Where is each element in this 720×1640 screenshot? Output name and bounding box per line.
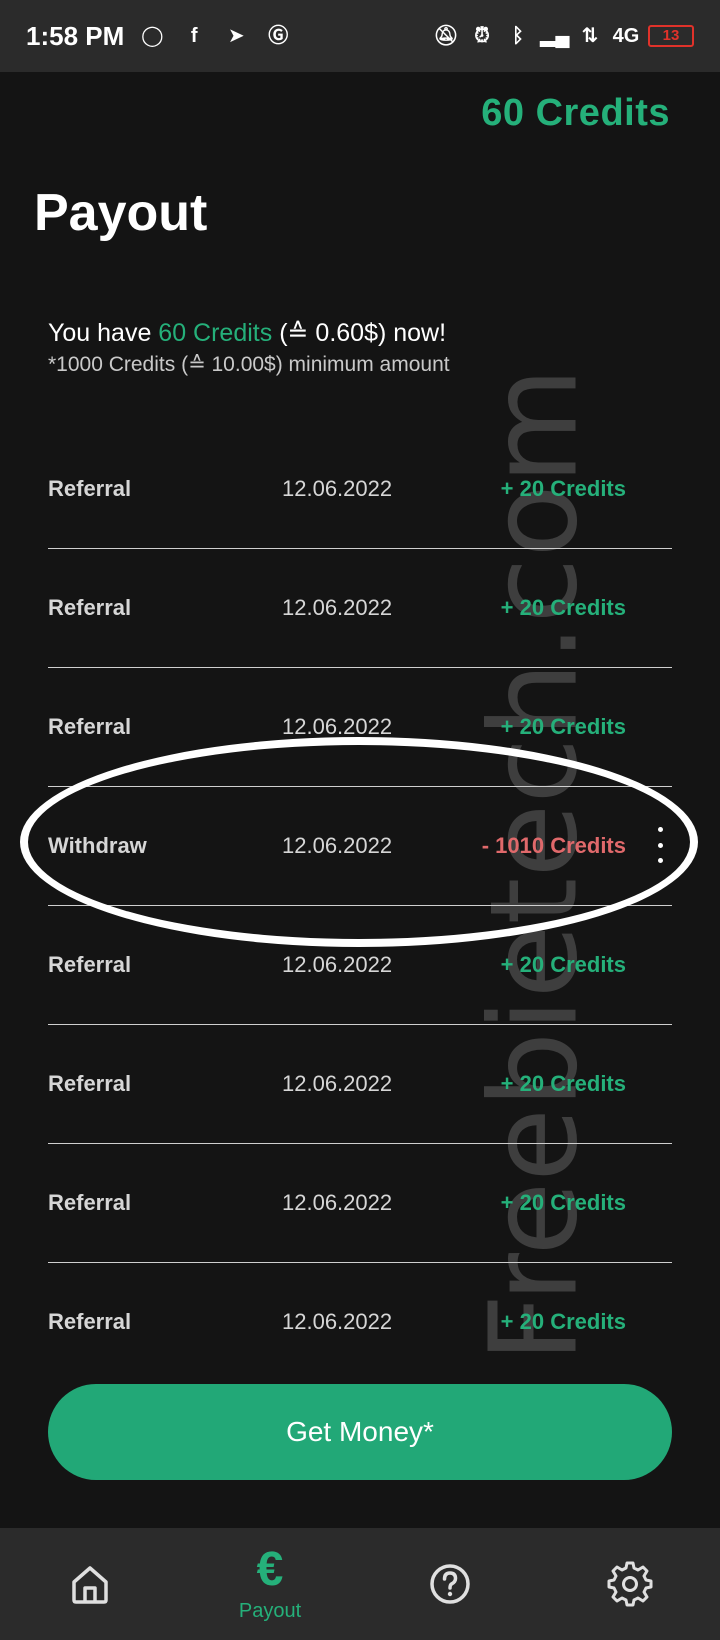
transaction-amount: + 20 Credits: [500, 714, 626, 739]
transaction-row: Referral 12.06.2022 + 20 Credits: [48, 430, 672, 549]
transaction-list: Referral 12.06.2022 + 20 Credits Referra…: [48, 430, 672, 1382]
nav-payout-label: Payout: [238, 1599, 302, 1622]
transaction-row: Referral 12.06.2022 + 20 Credits: [48, 1144, 672, 1263]
nav-home[interactable]: [30, 1560, 150, 1608]
transaction-row-withdraw: Withdraw 12.06.2022 - 1010 Credits: [48, 787, 672, 906]
transaction-type: Referral: [48, 595, 132, 620]
transaction-date: 12.06.2022: [282, 595, 393, 620]
transaction-row: Referral 12.06.2022 + 20 Credits: [48, 906, 672, 1025]
signal-icon: ▂▄: [540, 25, 570, 47]
transaction-date: 12.06.2022: [282, 952, 393, 977]
transaction-type: Referral: [48, 476, 132, 501]
transaction-date: 12.06.2022: [282, 476, 393, 501]
page-title: Payout: [34, 184, 208, 242]
transaction-type: Referral: [48, 714, 132, 739]
euro-icon: €: [256, 1542, 284, 1596]
bottom-nav: € Payout: [0, 1528, 720, 1640]
transaction-row: Referral 12.06.2022 + 20 Credits: [48, 549, 672, 668]
transaction-date: 12.06.2022: [282, 714, 393, 739]
status-system-icons: 🔕︎ ⏰︎ ᛒ ▂▄ ⇅ 4G 13: [432, 22, 694, 50]
status-bar: 1:58 PM ◯ f ➤ Ⓖ 🔕︎ ⏰︎ ᛒ ▂▄ ⇅ 4G 13: [0, 0, 720, 72]
help-icon: [430, 1564, 470, 1604]
transaction-amount: + 20 Credits: [500, 595, 626, 620]
transaction-amount: + 20 Credits: [500, 952, 626, 977]
balance-summary: You have 60 Credits (≙ 0.60$) now! *1000…: [48, 318, 450, 377]
gear-icon: [607, 1561, 653, 1607]
transaction-date: 12.06.2022: [282, 1190, 393, 1215]
balance-line: You have 60 Credits (≙ 0.60$) now!: [48, 318, 450, 348]
bell-off-icon: 🔕︎: [433, 25, 459, 47]
telegram-icon: ➤: [227, 25, 245, 47]
transaction-type: Referral: [48, 1190, 132, 1215]
transaction-date: 12.06.2022: [282, 1071, 393, 1096]
signal-4g-icon: 4G: [612, 25, 640, 47]
transaction-amount: + 20 Credits: [500, 1071, 626, 1096]
nav-help[interactable]: [390, 1560, 510, 1608]
battery-icon: 13: [648, 25, 694, 47]
nav-payout[interactable]: € Payout: [210, 1542, 330, 1623]
transaction-type: Referral: [48, 1071, 132, 1096]
minimum-amount-note: *1000 Credits (≙ 10.00$) minimum amount: [48, 353, 450, 376]
more-options-icon[interactable]: [652, 827, 668, 863]
get-money-button[interactable]: Get Money*: [48, 1384, 672, 1480]
transaction-row: Referral 12.06.2022 + 20 Credits: [48, 668, 672, 787]
home-icon: [72, 1566, 108, 1604]
transaction-type: Referral: [48, 952, 132, 977]
transaction-row: Referral 12.06.2022 + 20 Credits: [48, 1263, 672, 1382]
g-app-icon: Ⓖ: [268, 25, 289, 47]
whatsapp-icon: ◯: [141, 25, 164, 47]
transaction-amount: + 20 Credits: [500, 1309, 626, 1334]
transaction-date: 12.06.2022: [282, 1309, 393, 1334]
facebook-icon: f: [190, 25, 198, 47]
transaction-amount: + 20 Credits: [500, 476, 626, 501]
balance-prefix: You have: [48, 319, 159, 347]
transaction-type: Withdraw: [48, 833, 147, 858]
transaction-date: 12.06.2022: [282, 833, 393, 858]
alarm-icon: ⏰︎: [474, 25, 490, 47]
data-arrows-icon: ⇅: [581, 25, 599, 47]
transaction-row: Referral 12.06.2022 + 20 Credits: [48, 1025, 672, 1144]
bluetooth-icon: ᛒ: [512, 25, 524, 47]
balance-suffix: (≙ 0.60$) now!: [272, 319, 447, 347]
balance-credits: 60 Credits: [158, 319, 273, 347]
transaction-amount: + 20 Credits: [500, 1190, 626, 1215]
status-time: 1:58 PM: [26, 20, 125, 51]
status-app-icons: ◯ f ➤ Ⓖ: [138, 22, 292, 50]
nav-settings[interactable]: [570, 1560, 690, 1608]
transaction-type: Referral: [48, 1309, 132, 1334]
transaction-amount: - 1010 Credits: [481, 833, 626, 858]
credits-balance-badge: 60 Credits: [481, 92, 670, 134]
